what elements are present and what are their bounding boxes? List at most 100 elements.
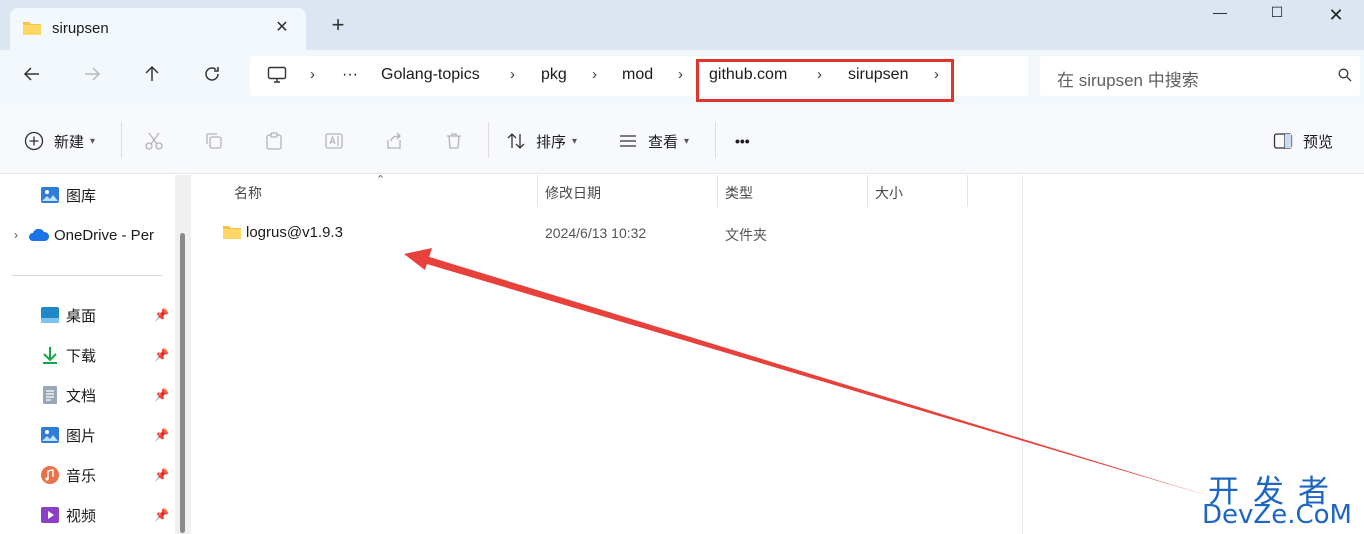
arrow-right-icon bbox=[85, 67, 101, 81]
pin-icon[interactable]: 📌 bbox=[154, 508, 169, 522]
sidebar-item-label: 音乐 bbox=[66, 467, 97, 485]
tab-close-button[interactable]: ✕ bbox=[272, 18, 292, 38]
document-icon bbox=[43, 386, 57, 404]
pin-icon[interactable]: 📌 bbox=[154, 428, 169, 442]
column-divider[interactable] bbox=[537, 175, 538, 207]
column-header-size[interactable]: 大小 bbox=[875, 183, 903, 203]
copy-icon bbox=[206, 133, 222, 149]
clipboard-icon bbox=[266, 132, 282, 150]
sort-button[interactable]: 排序 ▾ bbox=[506, 128, 577, 154]
cloud-icon bbox=[29, 228, 50, 241]
folder-icon bbox=[222, 224, 242, 244]
sidebar-item-label: 桌面 bbox=[66, 307, 97, 325]
column-divider[interactable] bbox=[867, 175, 868, 207]
sort-label: 排序 bbox=[536, 133, 567, 151]
breadcrumb-more[interactable]: ··· bbox=[342, 66, 358, 84]
toolbar-divider bbox=[715, 122, 716, 158]
breadcrumb-separator[interactable]: › bbox=[310, 66, 315, 83]
address-bar[interactable]: › ··· Golang-topics › pkg › mod › github… bbox=[250, 56, 1028, 102]
new-tab-button[interactable]: + bbox=[326, 14, 350, 38]
plus-circle-icon bbox=[24, 131, 44, 151]
video-icon bbox=[41, 507, 59, 523]
file-type: 文件夹 bbox=[725, 227, 767, 243]
paste-button[interactable] bbox=[264, 128, 284, 154]
sort-ascending-icon: ⌃ bbox=[376, 174, 386, 186]
sidebar-item-label: 下载 bbox=[66, 347, 97, 365]
pin-icon[interactable]: 📌 bbox=[154, 468, 169, 482]
breadcrumb-pkg[interactable]: pkg bbox=[541, 66, 567, 84]
command-bar: 新建 ▾ 排序 ▾ 查看 ▾ ••• 预览 bbox=[0, 106, 1364, 174]
sidebar-item-onedrive[interactable]: › OneDrive - Per bbox=[14, 223, 154, 247]
breadcrumb-separator[interactable]: › bbox=[510, 66, 515, 83]
search-icon[interactable] bbox=[1338, 68, 1352, 85]
up-button[interactable] bbox=[138, 64, 166, 92]
preview-button[interactable]: 预览 bbox=[1273, 128, 1333, 154]
column-divider[interactable] bbox=[717, 175, 718, 207]
scrollbar-thumb[interactable] bbox=[180, 233, 185, 533]
sidebar-item-label: 文档 bbox=[66, 387, 97, 405]
cut-button[interactable] bbox=[144, 128, 164, 154]
chevron-down-icon: ▾ bbox=[572, 135, 578, 147]
rename-icon bbox=[325, 133, 343, 149]
pin-icon[interactable]: 📌 bbox=[154, 388, 169, 402]
refresh-icon bbox=[205, 67, 219, 81]
view-label: 查看 bbox=[648, 133, 679, 151]
sidebar-item-desktop[interactable]: 桌面 📌 bbox=[40, 303, 175, 327]
file-name[interactable]: logrus@v1.9.3 bbox=[246, 224, 343, 241]
rename-button[interactable] bbox=[324, 128, 344, 154]
share-icon bbox=[387, 132, 401, 149]
chevron-right-icon[interactable]: › bbox=[14, 228, 18, 242]
view-button[interactable]: 查看 ▾ bbox=[618, 128, 689, 154]
file-list: ⌃ 名称 修改日期 类型 大小 logrus@v1.9.3 2024/6/13 … bbox=[192, 174, 1022, 534]
column-header-modified[interactable]: 修改日期 bbox=[545, 183, 601, 203]
search-input[interactable]: 在 sirupsen 中搜索 bbox=[1057, 66, 1199, 91]
chevron-down-icon: ▾ bbox=[684, 135, 690, 147]
delete-button[interactable] bbox=[444, 128, 464, 154]
title-bar: sirupsen ✕ + — ☐ ✕ bbox=[0, 0, 1364, 50]
watermark-en: DevZe.CoM bbox=[1202, 500, 1352, 530]
arrow-up-icon bbox=[145, 65, 159, 81]
preview-pane-icon bbox=[1273, 133, 1293, 149]
maximize-button[interactable]: ☐ bbox=[1262, 4, 1292, 28]
sidebar-item-label: 图片 bbox=[66, 427, 97, 445]
share-button[interactable] bbox=[384, 128, 404, 154]
forward-button[interactable] bbox=[78, 64, 106, 92]
breadcrumb-separator[interactable]: › bbox=[678, 66, 683, 83]
sidebar-item-gallery[interactable]: 图库 bbox=[40, 183, 96, 207]
address-row: › ··· Golang-topics › pkg › mod › github… bbox=[0, 50, 1364, 106]
table-row[interactable]: logrus@v1.9.3 2024/6/13 10:32 文件夹 bbox=[214, 221, 974, 245]
breadcrumb-mod[interactable]: mod bbox=[622, 66, 653, 84]
toolbar-divider bbox=[121, 122, 122, 158]
file-modified: 2024/6/13 10:32 bbox=[545, 225, 647, 241]
toolbar-divider bbox=[488, 122, 489, 158]
sidebar-item-pictures[interactable]: 图片 📌 bbox=[40, 423, 175, 447]
arrow-left-icon bbox=[23, 67, 39, 81]
search-box[interactable]: 在 sirupsen 中搜索 bbox=[1040, 56, 1360, 96]
tab-sirupsen[interactable]: sirupsen ✕ bbox=[10, 8, 306, 50]
more-options-button[interactable]: ••• bbox=[735, 128, 750, 154]
computer-icon[interactable] bbox=[267, 66, 287, 87]
sidebar-item-downloads[interactable]: 下载 📌 bbox=[40, 343, 175, 367]
minimize-button[interactable]: — bbox=[1205, 4, 1235, 28]
sidebar-divider bbox=[12, 275, 162, 276]
sidebar-item-music[interactable]: 音乐 📌 bbox=[40, 463, 175, 487]
close-button[interactable]: ✕ bbox=[1321, 4, 1351, 28]
sidebar-item-videos[interactable]: 视频 📌 bbox=[40, 503, 175, 527]
copy-button[interactable] bbox=[204, 128, 224, 154]
sidebar-item-documents[interactable]: 文档 📌 bbox=[40, 383, 175, 407]
column-divider[interactable] bbox=[967, 175, 968, 207]
new-button-label: 新建 bbox=[54, 133, 85, 151]
scissors-icon bbox=[145, 132, 163, 150]
pin-icon[interactable]: 📌 bbox=[154, 308, 169, 322]
column-header-type[interactable]: 类型 bbox=[725, 183, 753, 203]
breadcrumb-separator[interactable]: › bbox=[592, 66, 597, 83]
breadcrumb-golang-topics[interactable]: Golang-topics bbox=[381, 66, 480, 84]
pin-icon[interactable]: 📌 bbox=[154, 348, 169, 362]
navigation-pane: 图库 › OneDrive - Per 桌面 📌 下载 📌 文档 📌 图片 📌 … bbox=[0, 175, 175, 534]
back-button[interactable] bbox=[18, 64, 46, 92]
sidebar-scrollbar[interactable] bbox=[175, 175, 191, 534]
chevron-down-icon: ▾ bbox=[90, 135, 96, 147]
new-button[interactable]: 新建 ▾ bbox=[24, 128, 95, 154]
column-header-name[interactable]: 名称 bbox=[234, 183, 262, 203]
refresh-button[interactable] bbox=[198, 64, 226, 92]
